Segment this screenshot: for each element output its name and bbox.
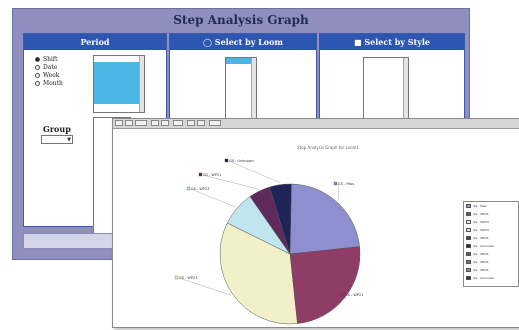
chart-legend: GS - Pass GS - WP21 GS - WP23 GS - WP23 GS -… (463, 201, 519, 287)
loom-header-label: Select by Loom (214, 37, 283, 47)
radio-label: Month (43, 79, 63, 87)
legend-entry: GS - WP21 (464, 250, 518, 258)
legend-swatch (466, 276, 471, 280)
radio-label: Shift (43, 55, 58, 63)
form-title: Step Analysis Graph (173, 13, 309, 27)
legend-label: GS - WP21 (473, 268, 489, 272)
legend-entry: GS - Unknown (464, 274, 518, 282)
loom-listbox[interactable] (225, 57, 257, 123)
legend-swatch (466, 236, 471, 240)
slice-label-swatch (174, 275, 179, 280)
style-header[interactable]: ■ Select by Style (320, 34, 464, 50)
slice-label: GS - WP23 (191, 187, 209, 191)
slice-label: GS - WP21 (345, 293, 363, 297)
legend-swatch (466, 268, 471, 272)
legend-label: GS - WP21 (473, 252, 489, 256)
legend-label: GS - WP21 (473, 260, 489, 264)
legend-entry: GS - WP21 (464, 258, 518, 266)
slice-label-swatch (186, 186, 191, 191)
legend-label: GS - WP23 (473, 228, 489, 232)
legend-swatch (466, 244, 471, 248)
slice-leader-line (178, 277, 231, 296)
loom-header[interactable]: ◯ Select by Loom (170, 34, 316, 50)
list-item[interactable] (94, 98, 144, 104)
legend-swatch (466, 260, 471, 264)
period-radio-group: Shift Date Week Month (35, 55, 63, 87)
radio-month[interactable]: Month (35, 79, 63, 87)
group-select[interactable]: ▼ (41, 135, 73, 144)
legend-label: GS - WP23 (473, 220, 489, 224)
slice-leader-line (337, 183, 339, 201)
legend-swatch (466, 204, 471, 208)
legend-swatch (466, 252, 471, 256)
legend-entry: GS - WP23 (464, 226, 518, 234)
legend-entry: GS - WP21 (464, 266, 518, 274)
scrollbar[interactable] (251, 58, 256, 122)
radio-icon (35, 64, 40, 70)
pie-chart: GS - Pass GS - WP21 GS - WP23 GS - WP23 GS -… (174, 158, 363, 325)
shift-listbox[interactable] (93, 55, 145, 113)
slice-label-swatch (224, 158, 229, 163)
legend-label: GS - WP21 (473, 236, 489, 240)
loom-radio-icon: ◯ (203, 37, 215, 47)
group-label: Group (43, 124, 71, 134)
legend-label: GS - Unknown (473, 244, 495, 248)
scrollbar[interactable] (139, 56, 144, 112)
legend-entry: GS - WP23 (464, 218, 518, 226)
chart-window: Stop Analysis Graph for Loom1 GS - Pass G… (112, 118, 519, 328)
scrollbar[interactable] (403, 58, 408, 122)
slice-leader-line (228, 160, 281, 183)
style-header-label: Select by Style (364, 37, 430, 47)
legend-entry: GS - Unknown (464, 242, 518, 250)
radio-icon (35, 80, 40, 86)
slice-leader-line (202, 174, 259, 190)
slice-label-swatch (340, 292, 345, 297)
legend-label: GS - Unknown (473, 276, 495, 280)
radio-label: Week (43, 71, 60, 79)
radio-shift[interactable]: Shift (35, 55, 63, 63)
legend-swatch (466, 212, 471, 216)
legend-entry: GS - WP21 (464, 234, 518, 242)
radio-label: Date (43, 63, 58, 71)
legend-entry: GS - WP21 (464, 210, 518, 218)
chevron-down-icon: ▼ (67, 137, 71, 143)
slice-leader-line (190, 188, 236, 208)
radio-icon (35, 72, 40, 78)
slice-label-swatch (333, 181, 338, 186)
legend-swatch (466, 228, 471, 232)
radio-date[interactable]: Date (35, 63, 63, 71)
period-header: Period (24, 34, 166, 50)
radio-week[interactable]: Week (35, 71, 63, 79)
radio-icon (35, 56, 40, 62)
slice-label-swatch (198, 172, 203, 177)
legend-label: GS - Pass (473, 204, 487, 208)
style-listbox[interactable] (363, 57, 409, 123)
style-checkbox-icon: ■ (354, 37, 365, 47)
pie-slice (289, 183, 360, 255)
slice-label: GS - WP23 (179, 276, 197, 280)
slice-label: GS - Pass (338, 182, 354, 186)
slice-label: GS - Unknown (229, 159, 254, 163)
slice-label: GS - WP21 (203, 173, 221, 177)
legend-label: GS - WP21 (473, 212, 489, 216)
legend-entry: GS - Pass (464, 202, 518, 210)
pie-slice (289, 246, 361, 324)
legend-swatch (466, 220, 471, 224)
